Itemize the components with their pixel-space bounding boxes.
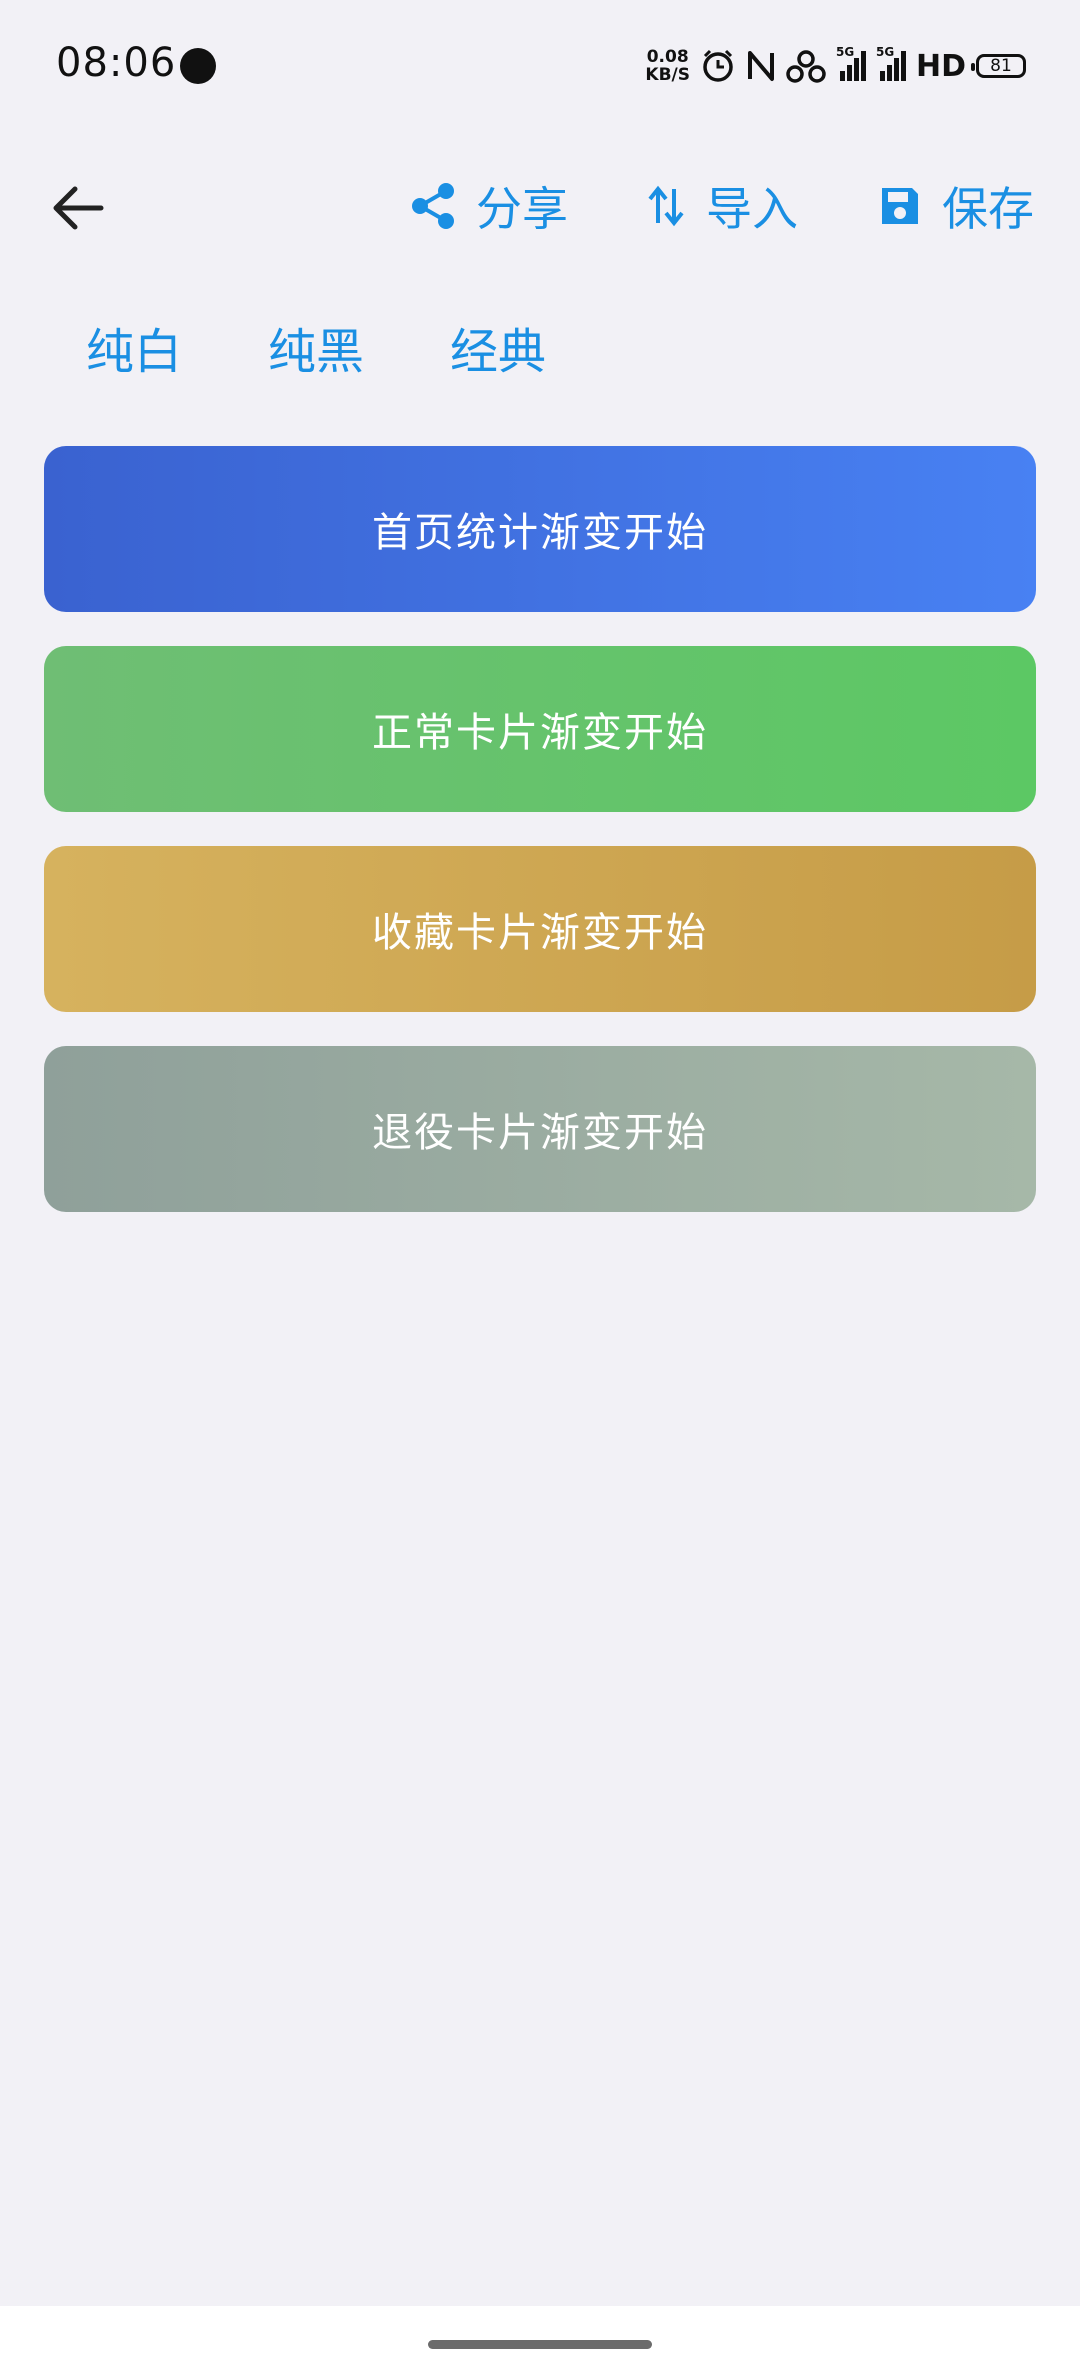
retired-card-gradient-card[interactable]: 退役卡片渐变开始 xyxy=(44,1046,1036,1212)
share-button[interactable]: 分享 xyxy=(410,168,568,244)
signal-icon: 5G xyxy=(836,45,866,81)
nfc-icon xyxy=(747,51,774,81)
card-label: 退役卡片渐变开始 xyxy=(372,1110,708,1156)
hotspot-icon xyxy=(786,50,826,83)
preset-pure-black[interactable]: 纯黑 xyxy=(268,312,364,382)
theme-presets: 纯白 纯黑 经典 xyxy=(86,312,546,382)
notification-dot-icon xyxy=(180,48,216,84)
signal-type-label: 5G xyxy=(835,45,855,59)
card-label: 首页统计渐变开始 xyxy=(372,510,708,556)
swap-vertical-icon xyxy=(648,185,684,227)
normal-card-gradient-card[interactable]: 正常卡片渐变开始 xyxy=(44,646,1036,812)
network-speed: 0.08 KB/S xyxy=(645,48,690,84)
home-indicator[interactable] xyxy=(428,2340,652,2349)
signal-icon: 5G xyxy=(876,45,906,81)
status-time: 08:06 xyxy=(56,40,177,86)
battery-icon: 81 xyxy=(971,54,1026,78)
status-icons: 0.08 KB/S 5G 5G HD 81 xyxy=(645,44,1026,88)
save-floppy-icon xyxy=(882,188,918,224)
card-label: 正常卡片渐变开始 xyxy=(372,710,708,756)
status-bar: 08:06 0.08 KB/S 5G 5G HD 81 xyxy=(0,0,1080,130)
import-label: 导入 xyxy=(706,182,798,236)
favorite-card-gradient-card[interactable]: 收藏卡片渐变开始 xyxy=(44,846,1036,1012)
home-stats-gradient-card[interactable]: 首页统计渐变开始 xyxy=(44,446,1036,612)
hd-voice-indicator: HD xyxy=(915,48,966,84)
preset-classic[interactable]: 经典 xyxy=(450,312,546,382)
system-navigation-bar xyxy=(0,2306,1080,2375)
save-label: 保存 xyxy=(942,182,1034,236)
top-toolbar: 分享 导入 保存 xyxy=(0,150,1080,260)
preset-pure-white[interactable]: 纯白 xyxy=(86,312,182,382)
signal-type-label: 5G xyxy=(875,45,895,59)
arrow-left-icon xyxy=(53,186,104,230)
back-button[interactable] xyxy=(40,170,116,246)
share-label: 分享 xyxy=(476,182,568,236)
card-label: 收藏卡片渐变开始 xyxy=(372,910,708,956)
share-icon xyxy=(412,183,454,229)
network-speed-unit: KB/S xyxy=(645,65,690,85)
network-speed-value: 0.08 xyxy=(646,47,689,67)
save-button[interactable]: 保存 xyxy=(878,168,1034,244)
import-button[interactable]: 导入 xyxy=(646,168,798,244)
alarm-icon xyxy=(703,49,733,82)
